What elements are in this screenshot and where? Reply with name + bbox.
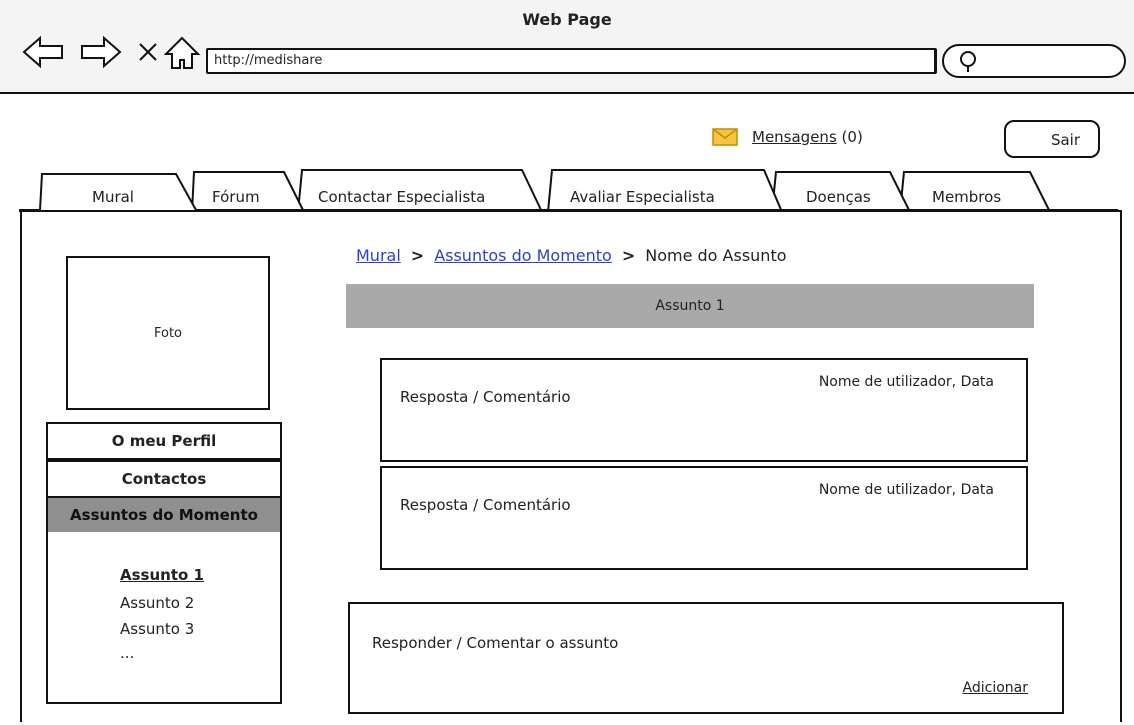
messages-count: (0) — [841, 128, 863, 146]
topics-list: Assunto 1 Assunto 2 Assunto 3 ... — [46, 532, 282, 704]
reply-card: Resposta / Comentário Nome de utilizador… — [380, 358, 1028, 462]
back-arrow-icon[interactable] — [20, 34, 66, 70]
window-title: Web Page — [522, 10, 612, 29]
tab-membros[interactable]: Membros — [932, 188, 1001, 206]
add-comment-button[interactable]: Adicionar — [963, 680, 1028, 696]
breadcrumb-separator: > — [410, 246, 425, 265]
reply-text: Resposta / Comentário — [400, 496, 571, 514]
sidebar-item-contactos[interactable]: Contactos — [46, 460, 282, 498]
messages-link[interactable]: Mensagens (0) — [752, 128, 863, 146]
forward-arrow-icon[interactable] — [78, 34, 124, 70]
photo-label: Foto — [153, 325, 183, 341]
tab-doencas[interactable]: Doenças — [806, 188, 871, 206]
breadcrumb-mural[interactable]: Mural — [356, 246, 401, 265]
logout-button[interactable]: Sair — [1004, 120, 1100, 158]
topic-item-assunto-1[interactable]: Assunto 1 — [120, 566, 204, 584]
breadcrumb-current: Nome do Assunto — [645, 246, 787, 265]
search-input[interactable] — [942, 44, 1126, 78]
close-icon[interactable] — [134, 34, 162, 70]
breadcrumb: Mural > Assuntos do Momento > Nome do Assunt… — [356, 246, 787, 265]
reply-card: Resposta / Comentário Nome de utilizador… — [380, 466, 1028, 570]
sidebar-item-assuntos-do-momento[interactable]: Assuntos do Momento — [46, 496, 282, 534]
reply-meta: Nome de utilizador, Data — [818, 374, 994, 390]
tab-forum[interactable]: Fórum — [212, 188, 260, 206]
tab-contactar-especialista[interactable]: Contactar Especialista — [318, 188, 485, 206]
reply-form[interactable]: Responder / Comentar o assunto Adicionar — [348, 602, 1064, 714]
topic-item-assunto-2[interactable]: Assunto 2 — [120, 594, 194, 612]
address-bar[interactable]: http://medishare — [206, 48, 937, 74]
browser-chrome: Web Page http://medishare — [0, 0, 1134, 94]
breadcrumb-separator: > — [621, 246, 636, 265]
reply-input-placeholder[interactable]: Responder / Comentar o assunto — [372, 634, 618, 652]
sidebar-item-meu-perfil[interactable]: O meu Perfil — [46, 422, 282, 460]
reply-text: Resposta / Comentário — [400, 388, 571, 406]
tab-avaliar-especialista[interactable]: Avaliar Especialista — [570, 188, 715, 206]
envelope-icon — [712, 128, 738, 146]
breadcrumb-assuntos[interactable]: Assuntos do Momento — [434, 246, 612, 265]
topic-title-bar: Assunto 1 — [346, 284, 1034, 328]
profile-photo: Foto — [66, 256, 270, 410]
topic-item-more: ... — [120, 644, 135, 662]
tab-mural[interactable]: Mural — [92, 188, 134, 206]
reply-meta: Nome de utilizador, Data — [818, 482, 994, 498]
search-icon — [960, 51, 976, 72]
home-icon[interactable] — [162, 34, 202, 72]
tab-bar: Mural Fórum Contactar Especialista Avali… — [0, 164, 1134, 214]
topic-item-assunto-3[interactable]: Assunto 3 — [120, 620, 194, 638]
messages-label[interactable]: Mensagens — [752, 128, 837, 146]
